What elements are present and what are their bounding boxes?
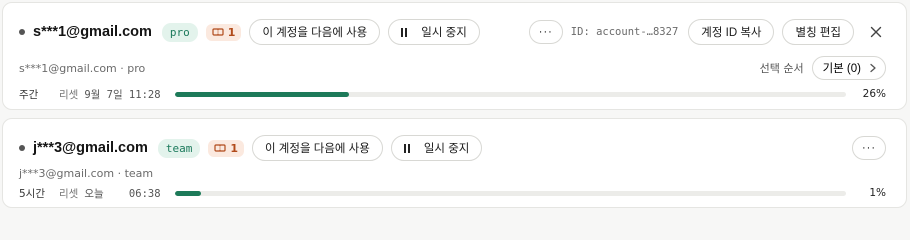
status-dot xyxy=(19,145,25,151)
seat-count: 1 xyxy=(227,25,236,39)
account-header: s***1@gmail.com pro 1 이 계정을 다음에 사용 일시 중지… xyxy=(19,19,886,45)
pause-icon xyxy=(403,143,412,153)
usage-period-label: 주간 xyxy=(19,88,39,101)
more-menu-button[interactable]: ··· xyxy=(852,136,886,160)
ticket-icon xyxy=(212,28,224,36)
pause-label: 일시 중지 xyxy=(423,143,470,155)
usage-row: 주간 리셋 9월 7일 11:28 26% xyxy=(19,87,886,101)
account-email: s***1@gmail.com xyxy=(33,24,152,40)
usage-period-label: 5시간 xyxy=(19,187,46,200)
use-next-button[interactable]: 이 계정을 다음에 사용 xyxy=(252,135,383,161)
pause-label: 일시 중지 xyxy=(421,27,467,39)
selection-order-label: 선택 순서 xyxy=(759,62,804,75)
use-next-button[interactable]: 이 계정을 다음에 사용 xyxy=(249,19,381,45)
pause-button[interactable]: 일시 중지 xyxy=(390,135,483,161)
ticket-icon xyxy=(214,144,226,152)
usage-progress-bar xyxy=(174,91,846,97)
account-email: j***3@gmail.com xyxy=(33,140,148,156)
usage-progress-fill xyxy=(174,190,202,196)
reset-label: 리셋 xyxy=(59,88,79,101)
usage-progress-bar xyxy=(174,190,846,196)
pause-icon xyxy=(401,27,409,37)
usage-percent: 1% xyxy=(869,187,886,199)
usage-percent: 26% xyxy=(862,88,886,100)
edit-alias-button[interactable]: 별칭 편집 xyxy=(782,19,854,45)
reset-time: 오늘 06:38 xyxy=(84,187,161,200)
close-icon xyxy=(870,26,882,38)
account-header: j***3@gmail.com team 1 이 계정을 다음에 사용 일시 중… xyxy=(19,135,886,161)
selection-order-value: 기본 (0) xyxy=(822,63,861,75)
plan-badge: pro xyxy=(161,22,198,42)
account-subtitle-row: s***1@gmail.com · pro 선택 순서 기본 (0) xyxy=(19,56,886,80)
seat-badge: 1 xyxy=(205,23,242,41)
usage-progress-fill xyxy=(174,91,350,97)
seat-count: 1 xyxy=(230,141,239,155)
usage-row: 5시간 리셋 오늘 06:38 1% xyxy=(19,186,886,200)
seat-badge: 1 xyxy=(208,139,245,157)
account-subtitle-row: j***3@gmail.com · team xyxy=(19,165,886,181)
pause-button[interactable]: 일시 중지 xyxy=(388,19,480,45)
copy-account-id-button[interactable]: 계정 ID 복사 xyxy=(688,19,775,45)
account-card: j***3@gmail.com team 1 이 계정을 다음에 사용 일시 중… xyxy=(2,118,907,208)
reset-time: 9월 7일 11:28 xyxy=(84,88,161,101)
status-dot xyxy=(19,29,25,35)
account-card: s***1@gmail.com pro 1 이 계정을 다음에 사용 일시 중지… xyxy=(2,2,907,110)
plan-badge: team xyxy=(157,138,201,158)
more-menu-button[interactable]: ··· xyxy=(528,20,563,44)
close-button[interactable] xyxy=(866,22,886,42)
reset-label: 리셋 xyxy=(59,187,79,200)
chevron-right-icon xyxy=(870,63,876,73)
account-id: ID: account-…8327 xyxy=(570,26,679,38)
selection-order-select[interactable]: 기본 (0) xyxy=(811,56,886,80)
account-subtitle: j***3@gmail.com · team xyxy=(19,166,154,180)
account-subtitle: s***1@gmail.com · pro xyxy=(19,61,146,75)
